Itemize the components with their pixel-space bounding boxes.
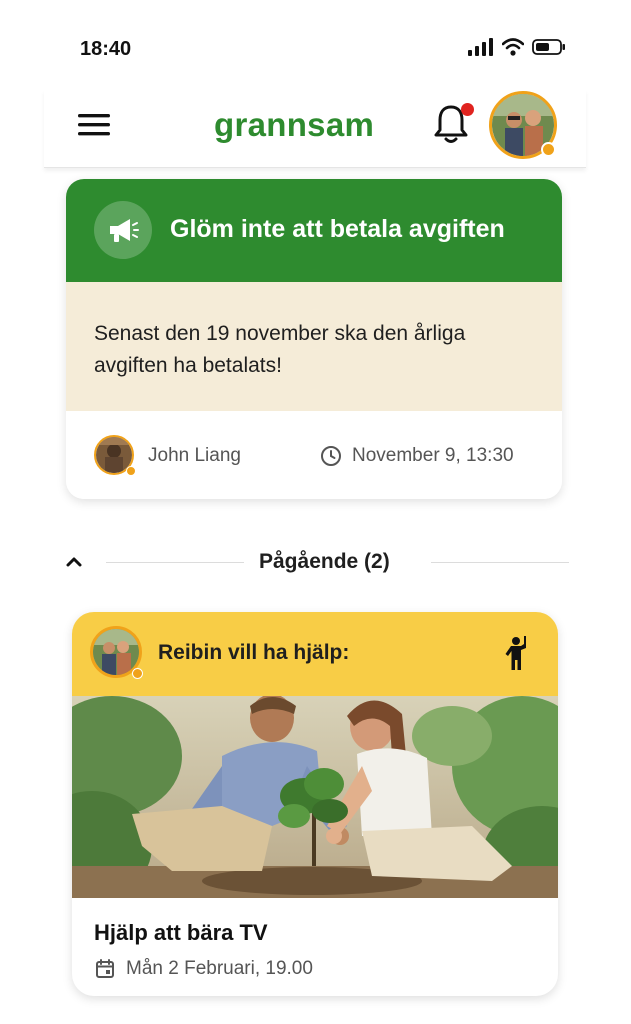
signal-icon	[468, 38, 493, 56]
clock-icon	[321, 446, 341, 466]
announcement-icon-badge	[94, 201, 152, 259]
section-title: Pågående (2)	[259, 550, 390, 573]
section-divider-right	[431, 562, 569, 563]
announcement-footer: John Liang November 9, 13:30	[66, 411, 562, 499]
notification-dot	[461, 103, 474, 116]
help-task-title: Hjälp att bära TV	[94, 920, 268, 945]
menu-icon	[78, 114, 110, 136]
collapse-section-button[interactable]	[60, 548, 88, 576]
gardening-illustration	[72, 696, 558, 898]
battery-icon	[532, 39, 565, 55]
calendar-icon	[96, 959, 114, 978]
person-raising-hand-icon	[505, 636, 526, 670]
author-name[interactable]: John Liang	[148, 445, 241, 467]
status-bar: 18:40	[0, 0, 631, 90]
announcement-header: Glöm inte att betala avgiften	[66, 179, 562, 282]
status-time: 18:40	[80, 38, 132, 60]
help-request-card[interactable]: Reibin vill ha hjälp: Hjälp att bära TV …	[72, 612, 558, 996]
help-request-label: Reibin vill ha hjälp:	[158, 641, 350, 664]
status-icons	[468, 38, 566, 56]
requester-avatar-photo	[93, 629, 139, 675]
app-logo: grannsam	[214, 106, 375, 143]
author-status-badge	[126, 466, 136, 476]
announcement-card[interactable]: Glöm inte att betala avgiften Senast den…	[66, 179, 562, 499]
requester-status-badge	[132, 668, 143, 679]
notifications-button[interactable]	[432, 102, 474, 146]
chevron-up-icon	[66, 557, 82, 567]
section-header-ongoing: Pågående (2)	[60, 540, 570, 584]
announcement-timestamp: November 9, 13:30	[352, 445, 514, 466]
announcement-body: Senast den 19 november ska den årliga av…	[66, 282, 562, 411]
help-request-image	[72, 696, 558, 898]
section-divider-left	[106, 562, 244, 563]
help-request-header: Reibin vill ha hjälp:	[72, 612, 558, 696]
app-header: grannsam	[44, 90, 586, 168]
menu-button[interactable]	[76, 111, 112, 139]
announcement-title: Glöm inte att betala avgiften	[170, 215, 505, 243]
megaphone-icon	[110, 219, 139, 242]
wifi-icon	[502, 38, 524, 56]
avatar-status-badge	[541, 142, 556, 157]
help-task-date: Mån 2 Februari, 19.00	[126, 958, 313, 979]
